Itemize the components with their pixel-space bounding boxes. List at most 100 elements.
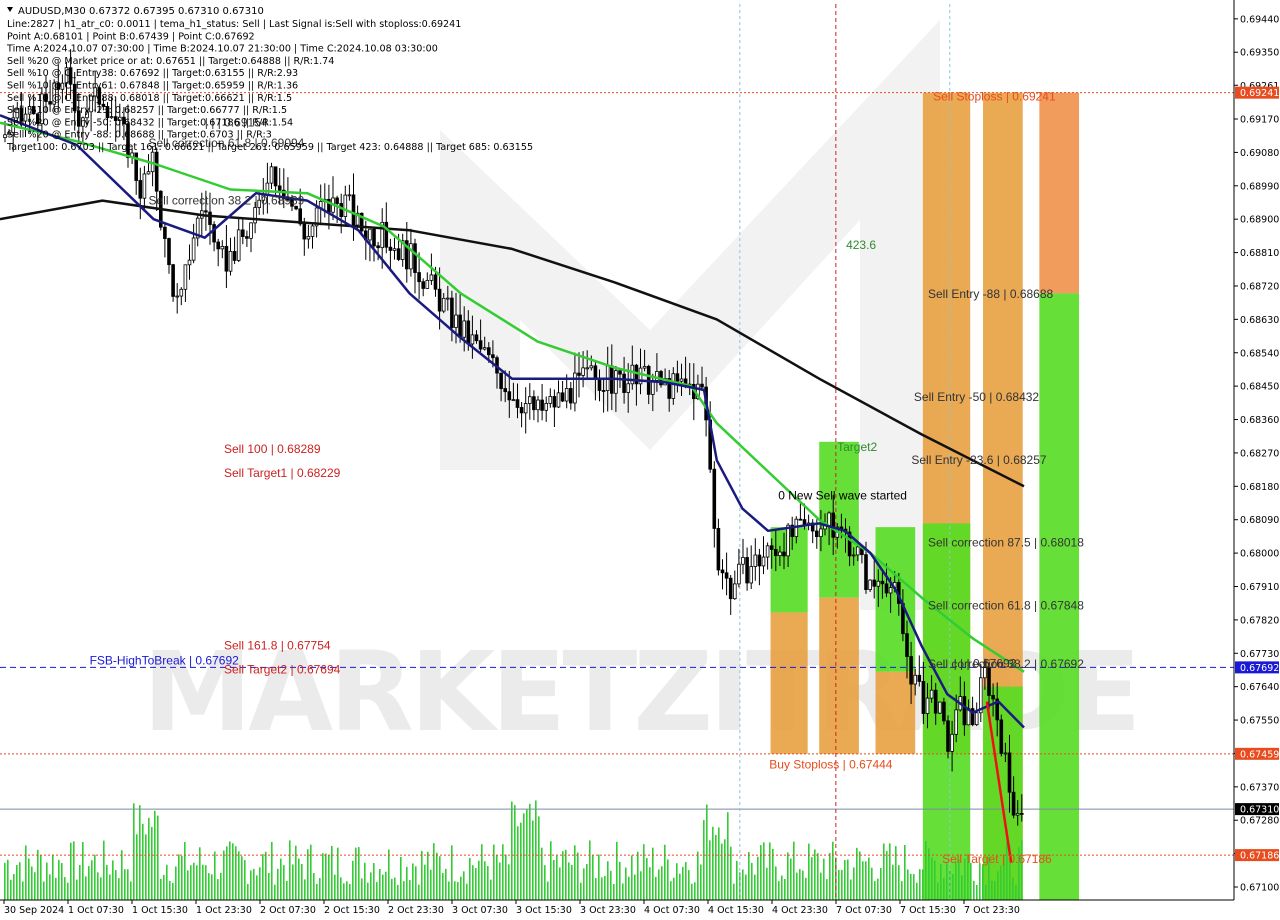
volume-bar — [904, 845, 906, 900]
candle-body — [163, 226, 167, 239]
volume-bar — [832, 841, 834, 900]
candle-body — [499, 372, 503, 389]
time-tick-label: 2 Oct 07:30 — [260, 905, 316, 916]
volume-bar — [583, 868, 585, 900]
volume-bar — [31, 866, 33, 900]
time-tick-label: 4 Oct 15:30 — [708, 905, 764, 916]
symbol-line: AUDUSD,M30 0.67372 0.67395 0.67310 0.673… — [18, 6, 264, 17]
volume-bar — [733, 883, 735, 900]
volume-bar — [985, 884, 987, 900]
candle-body — [1003, 752, 1008, 755]
volume-bar — [124, 869, 126, 900]
volume-bar — [532, 820, 534, 900]
volume-bar — [1021, 840, 1023, 900]
candle-body — [999, 719, 1004, 754]
candle-body — [224, 245, 229, 272]
annotation-label: 423.6 — [846, 238, 876, 252]
candle-body — [454, 314, 458, 328]
volume-bar — [829, 853, 831, 900]
volume-bar — [484, 861, 486, 900]
volume-bar — [238, 851, 240, 900]
candle-body — [778, 551, 782, 557]
volume-bar — [73, 841, 75, 900]
volume-bar — [565, 849, 567, 900]
volume-bar — [649, 867, 651, 900]
volume-bar — [979, 863, 981, 900]
volume-bar — [79, 865, 81, 900]
volume-bar — [502, 844, 504, 900]
candle-body — [675, 373, 680, 382]
volume-bar — [406, 866, 408, 900]
volume-bar — [301, 863, 303, 900]
candle-body — [679, 378, 684, 382]
volume-bar — [451, 845, 453, 900]
volume-bar — [307, 849, 309, 900]
price-tick-label: 0.67100 — [1240, 883, 1279, 894]
volume-bar — [838, 869, 840, 900]
volume-bar — [37, 849, 39, 900]
price-tick-label: 0.68630 — [1240, 315, 1279, 326]
candle-body — [3, 134, 7, 138]
volume-bar — [685, 862, 687, 900]
info-line: Point A:0.68101 | Point B:0.67439 | Poin… — [7, 31, 255, 42]
volume-bar — [994, 881, 996, 900]
candle-body — [171, 264, 175, 297]
volume-bar — [928, 848, 930, 900]
volume-bar — [751, 862, 753, 900]
candle-body — [240, 229, 245, 237]
volume-bar — [826, 879, 828, 900]
candle-body — [1015, 812, 1020, 816]
info-line: Line:2827 | h1_atr_c0: 0.0011 | tema_h1_… — [7, 19, 461, 30]
info-line: Sell %20 @ Entry -88: 0.68688 || Target:… — [7, 130, 272, 141]
volume-bar — [646, 858, 648, 900]
volume-bar — [118, 878, 120, 900]
volume-bar — [163, 874, 165, 900]
volume-bar — [976, 884, 978, 900]
price-tick-label: 0.69080 — [1240, 148, 1279, 159]
volume-bar — [778, 881, 780, 900]
price-tick-label: 0.68720 — [1240, 281, 1279, 292]
time-tick-label: 1 Oct 23:30 — [196, 905, 252, 916]
time-tick-label: 1 Oct 07:30 — [68, 905, 124, 916]
annotation-label: Sell correction 61.8 | 0.67848 — [928, 598, 1084, 612]
candle-body — [868, 579, 872, 590]
candle-body — [618, 370, 622, 375]
volume-bar — [814, 849, 816, 900]
volume-bar — [421, 850, 423, 900]
volume-bar — [802, 870, 804, 900]
price-chart[interactable]: MARKETZITRADE Sell 100 | 0.68289Sell Tar… — [0, 0, 1280, 920]
candle-body — [466, 320, 471, 345]
price-tag-label: 0.67310 — [1240, 805, 1279, 816]
volume-bar — [844, 859, 846, 900]
volume-bar — [7, 859, 9, 900]
volume-bar — [259, 867, 261, 900]
candle-body — [905, 633, 909, 657]
volume-bar — [172, 882, 174, 900]
volume-bar — [514, 805, 516, 900]
volume-bar — [868, 857, 870, 900]
volume-bar — [187, 870, 189, 900]
volume-bar — [49, 874, 51, 900]
volume-bar — [508, 864, 510, 900]
volume-bar — [46, 862, 48, 900]
candle-body — [552, 396, 557, 408]
annotation-label: Sell Stoploss | 0.69241 — [933, 89, 1056, 103]
candle-body — [253, 207, 257, 224]
volume-bar — [466, 883, 468, 900]
annotation-label: Sell 100 | 0.68289 — [224, 442, 321, 456]
candle-body — [462, 320, 466, 338]
candle-body — [277, 185, 282, 191]
volume-bar — [271, 841, 273, 900]
volume-bar — [595, 878, 597, 900]
candle-body — [938, 701, 942, 714]
candle-body — [306, 236, 311, 240]
candle-body — [474, 334, 479, 342]
volume-bar — [823, 858, 825, 900]
volume-bar — [898, 865, 900, 900]
candle-body — [786, 524, 790, 557]
candle-body — [421, 281, 425, 289]
candle-body — [302, 223, 307, 240]
volume-bar — [865, 861, 867, 900]
candle-body — [191, 237, 196, 261]
volume-bar — [775, 866, 777, 900]
